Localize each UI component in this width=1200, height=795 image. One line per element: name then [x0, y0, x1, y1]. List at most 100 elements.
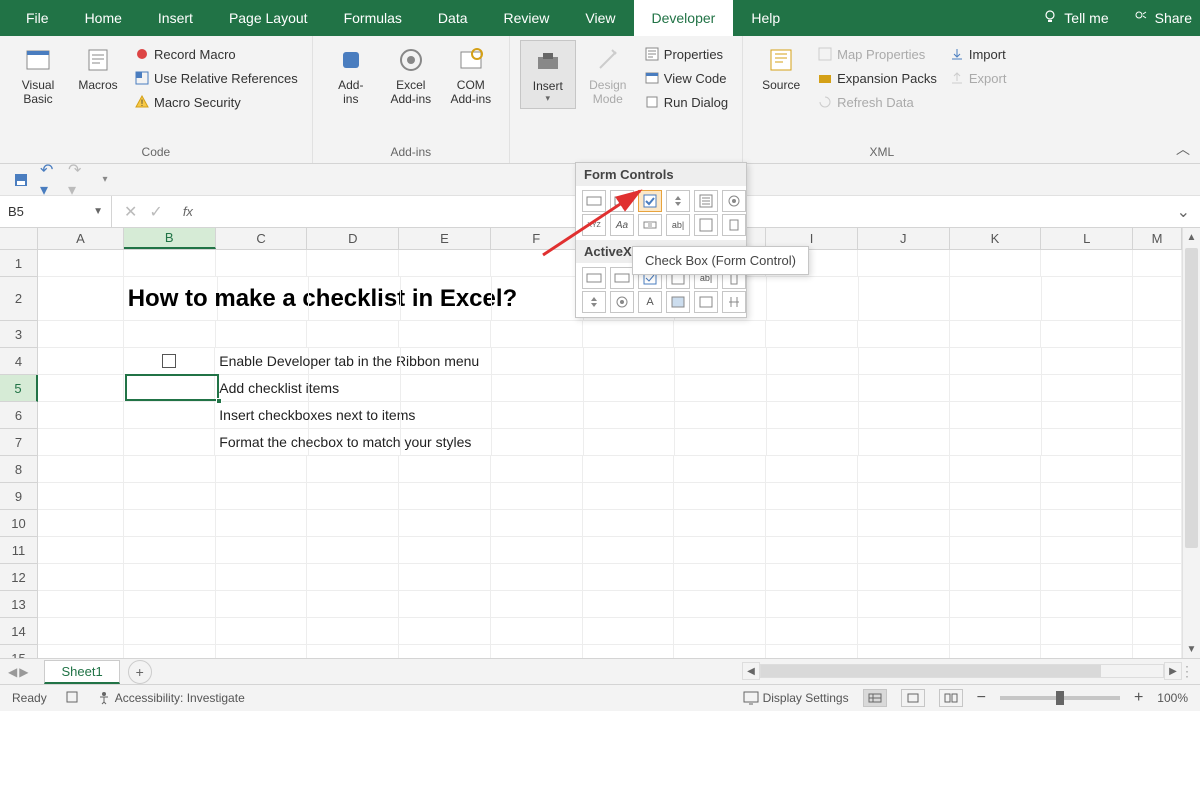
cell[interactable]	[492, 277, 584, 321]
cell[interactable]	[767, 348, 859, 375]
cell[interactable]	[1133, 537, 1182, 564]
scroll-up-icon[interactable]: ▲	[1183, 228, 1200, 246]
cell[interactable]	[399, 618, 491, 645]
cell[interactable]	[38, 321, 124, 348]
cell[interactable]	[675, 429, 767, 456]
cell[interactable]	[1133, 510, 1182, 537]
cell[interactable]	[950, 429, 1042, 456]
row-header[interactable]: 6	[0, 402, 38, 429]
cell[interactable]	[950, 456, 1042, 483]
collapse-ribbon-button[interactable]: ︿	[1176, 139, 1190, 159]
cell[interactable]	[858, 250, 950, 277]
cell[interactable]	[859, 429, 951, 456]
cell[interactable]	[858, 321, 950, 348]
cell[interactable]	[766, 564, 858, 591]
undo-icon[interactable]: ↶ ▾	[40, 171, 58, 189]
share-button[interactable]: Share	[1133, 9, 1192, 28]
cell[interactable]	[1041, 510, 1133, 537]
column-header[interactable]: D	[307, 228, 399, 249]
cell[interactable]	[950, 618, 1042, 645]
cell[interactable]: Enable Developer tab in the Ribbon menu	[215, 348, 309, 375]
cell[interactable]	[766, 483, 858, 510]
cell[interactable]	[307, 483, 399, 510]
row-header[interactable]: 12	[0, 564, 38, 591]
qat-customize-icon[interactable]: ▾	[96, 171, 114, 189]
cell[interactable]	[1133, 591, 1182, 618]
tab-home[interactable]: Home	[67, 0, 140, 36]
cell[interactable]	[399, 537, 491, 564]
cell[interactable]	[1042, 348, 1134, 375]
form-button-control[interactable]	[582, 190, 606, 212]
cell[interactable]	[950, 375, 1042, 402]
cell[interactable]	[216, 564, 308, 591]
cell[interactable]	[307, 564, 399, 591]
cell[interactable]	[38, 483, 124, 510]
cell[interactable]	[858, 537, 950, 564]
cell[interactable]	[950, 537, 1042, 564]
cell[interactable]	[38, 277, 124, 321]
tab-data[interactable]: Data	[420, 0, 486, 36]
cell[interactable]	[491, 645, 583, 658]
cell[interactable]	[1133, 321, 1182, 348]
cell[interactable]	[1041, 456, 1133, 483]
cell[interactable]	[766, 645, 858, 658]
cell[interactable]	[124, 321, 216, 348]
column-header[interactable]: K	[950, 228, 1042, 249]
cell[interactable]	[584, 348, 676, 375]
cell[interactable]	[216, 456, 308, 483]
tab-insert[interactable]: Insert	[140, 0, 211, 36]
cell[interactable]	[216, 483, 308, 510]
cell[interactable]	[766, 591, 858, 618]
tab-view[interactable]: View	[567, 0, 633, 36]
cell[interactable]	[307, 250, 399, 277]
tell-me[interactable]: Tell me	[1042, 9, 1108, 28]
cell[interactable]	[1041, 537, 1133, 564]
cell[interactable]	[1041, 483, 1133, 510]
cell[interactable]	[583, 456, 675, 483]
cell[interactable]	[399, 591, 491, 618]
cell[interactable]	[674, 510, 766, 537]
cell[interactable]	[1041, 645, 1133, 658]
cell[interactable]	[307, 321, 399, 348]
cell[interactable]	[950, 483, 1042, 510]
form-checkbox-control[interactable]	[638, 190, 662, 212]
cell[interactable]	[1041, 591, 1133, 618]
cell[interactable]	[858, 456, 950, 483]
cell[interactable]	[583, 645, 675, 658]
view-page-break-button[interactable]	[939, 689, 963, 707]
cell[interactable]	[124, 591, 216, 618]
cell[interactable]	[583, 537, 675, 564]
horizontal-scrollbar[interactable]: ◀ ▶	[742, 662, 1182, 680]
cell[interactable]	[1041, 321, 1133, 348]
import-button[interactable]: Import	[945, 44, 1011, 64]
cell[interactable]	[399, 483, 491, 510]
cell[interactable]	[583, 564, 675, 591]
tab-formulas[interactable]: Formulas	[326, 0, 420, 36]
cell[interactable]	[950, 277, 1042, 321]
row-header[interactable]: 1	[0, 250, 38, 277]
cell[interactable]	[674, 456, 766, 483]
cell[interactable]	[491, 537, 583, 564]
macros-button[interactable]: Macros	[70, 40, 126, 96]
macro-record-status-icon[interactable]	[65, 690, 79, 707]
cell[interactable]	[38, 250, 124, 277]
cell[interactable]	[674, 483, 766, 510]
cell[interactable]	[583, 510, 675, 537]
expand-formula-bar-icon[interactable]: ⌄	[1167, 202, 1200, 222]
row-header[interactable]: 13	[0, 591, 38, 618]
cell[interactable]	[859, 277, 951, 321]
cell[interactable]	[766, 510, 858, 537]
cell[interactable]	[950, 564, 1042, 591]
cell[interactable]	[124, 510, 216, 537]
cell[interactable]	[1042, 277, 1134, 321]
cell[interactable]	[307, 618, 399, 645]
tab-file[interactable]: File	[8, 0, 67, 36]
cell[interactable]	[766, 618, 858, 645]
view-code-button[interactable]: View Code	[640, 68, 732, 88]
cell[interactable]	[950, 591, 1042, 618]
cell[interactable]	[858, 591, 950, 618]
cell[interactable]	[767, 429, 859, 456]
sheet-tab-1[interactable]: Sheet1	[44, 660, 119, 684]
view-normal-button[interactable]	[863, 689, 887, 707]
cell[interactable]	[401, 277, 493, 321]
